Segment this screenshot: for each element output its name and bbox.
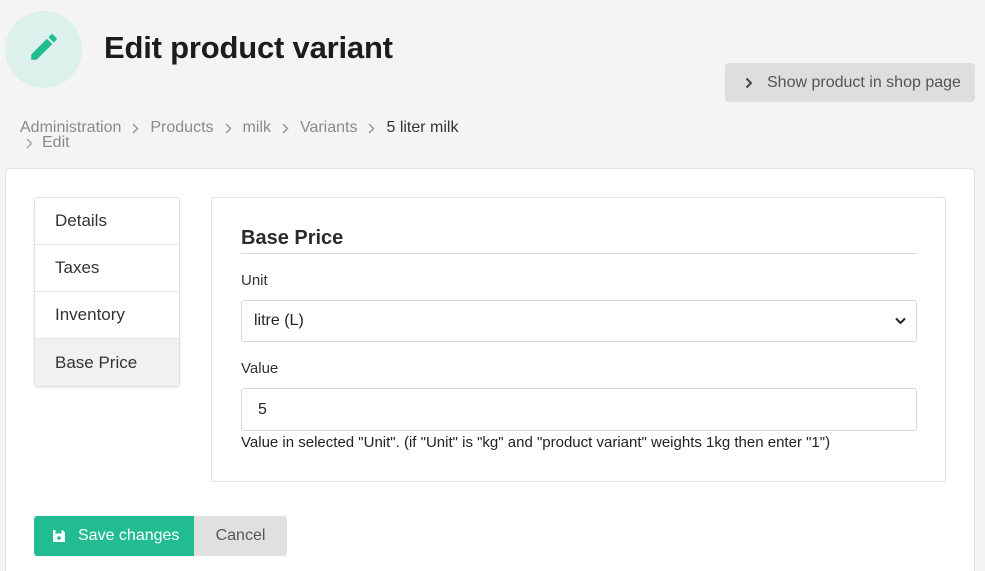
breadcrumb-item-variants[interactable]: Variants [300, 120, 358, 136]
unit-select-value: litre (L) [254, 312, 304, 329]
breadcrumb-item-variant[interactable]: 5 liter milk [386, 120, 458, 136]
breadcrumb-item-products[interactable]: Products [150, 120, 213, 136]
tab-label: Base Price [55, 352, 138, 372]
tab-details[interactable]: Details [35, 198, 179, 245]
chevron-right-icon [368, 122, 376, 134]
value-label: Value [241, 360, 279, 377]
show-product-label: Show product in shop page [767, 73, 961, 91]
base-price-panel: Base Price Unit litre (L) Value 5 Value … [211, 197, 946, 482]
tab-inventory[interactable]: Inventory [35, 292, 179, 339]
cancel-label: Cancel [215, 527, 266, 544]
page-title: Edit product variant [104, 30, 393, 65]
tab-label: Taxes [55, 258, 100, 277]
chevron-down-icon [895, 312, 906, 330]
chevron-right-icon [224, 122, 232, 134]
tab-label: Inventory [55, 305, 125, 324]
value-help-text: Value in selected "Unit". (if "Unit" is … [241, 434, 831, 451]
value-input-text: 5 [258, 400, 267, 418]
chevron-right-icon [26, 137, 33, 149]
unit-select[interactable]: litre (L) [241, 300, 917, 342]
tab-taxes[interactable]: Taxes [35, 245, 179, 292]
tab-menu: Details Taxes Inventory Base Price [34, 197, 180, 387]
cancel-button[interactable]: Cancel [194, 516, 287, 556]
save-changes-button[interactable]: Save changes [34, 516, 194, 556]
breadcrumb-item-edit: Edit [42, 134, 70, 151]
show-product-in-shop-button[interactable]: Show product in shop page [725, 63, 975, 102]
save-changes-label: Save changes [78, 527, 180, 544]
chevron-right-icon [745, 77, 753, 89]
value-input[interactable]: 5 [241, 388, 917, 431]
tab-label: Details [55, 211, 107, 230]
unit-label: Unit [241, 272, 268, 289]
save-icon [52, 529, 66, 543]
tab-base-price[interactable]: Base Price [35, 339, 179, 386]
breadcrumb-item-administration[interactable]: Administration [20, 120, 121, 136]
breadcrumb-item-milk[interactable]: milk [243, 120, 271, 136]
pencil-icon [27, 30, 61, 69]
section-title: Base Price [241, 227, 344, 249]
header-icon-circle [5, 11, 82, 88]
section-divider [241, 253, 917, 254]
chevron-right-icon [132, 122, 139, 134]
breadcrumb: Administration Products milk Variants 5 … [20, 120, 458, 151]
chevron-right-icon [282, 122, 289, 134]
